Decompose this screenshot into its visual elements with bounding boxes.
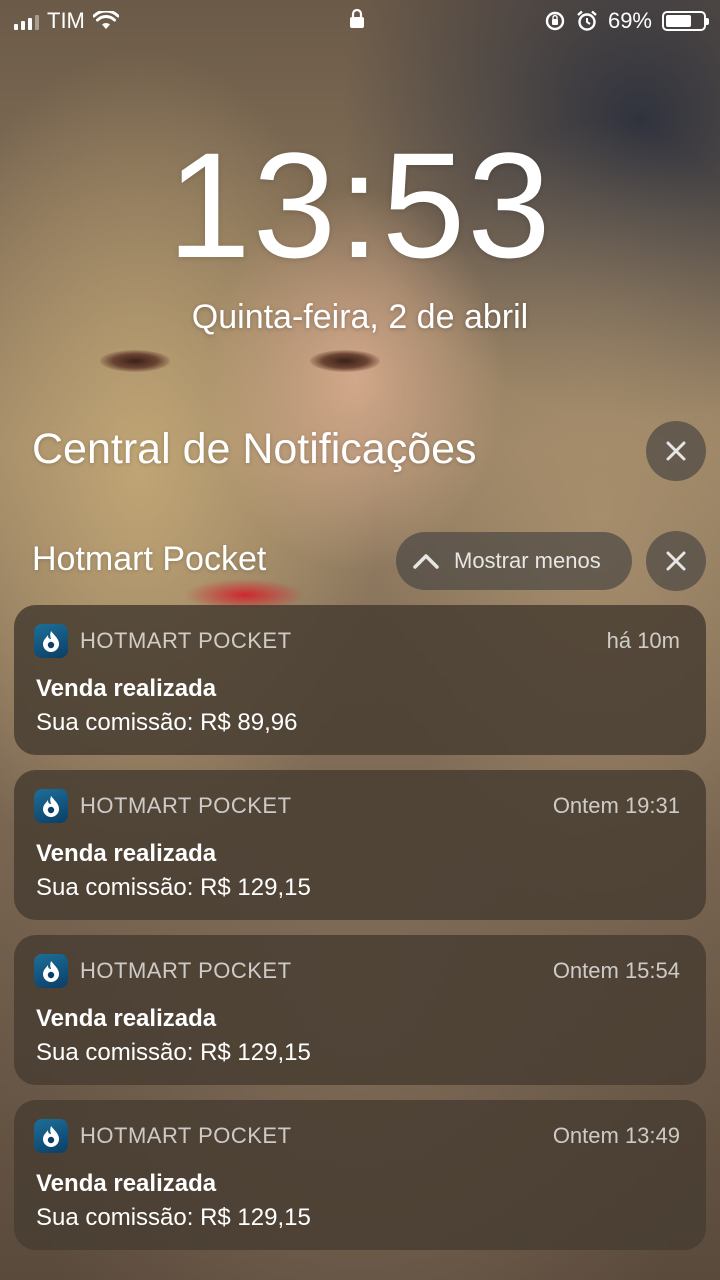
notification-card[interactable]: HOTMART POCKET Ontem 19:31 Venda realiza… xyxy=(14,770,706,920)
notification-header: HOTMART POCKET Ontem 19:31 xyxy=(34,788,680,824)
notification-app-name: HOTMART POCKET xyxy=(80,628,292,653)
lock-screen-clock: 13:53 xyxy=(167,121,553,289)
status-bar: TIM 69% xyxy=(0,0,720,42)
hotmart-flame-icon xyxy=(34,954,68,988)
notification-title: Venda realizada xyxy=(36,1005,217,1032)
show-less-button[interactable]: Mostrar menos xyxy=(396,532,632,590)
notification-header: HOTMART POCKET há 10m xyxy=(34,623,680,659)
clear-group-button[interactable] xyxy=(646,531,706,591)
notification-body: Sua comissão: R$ 89,96 xyxy=(36,709,298,736)
status-left: TIM xyxy=(14,8,119,34)
notification-card[interactable]: HOTMART POCKET Ontem 13:49 Venda realiza… xyxy=(14,1100,706,1250)
alarm-icon xyxy=(577,10,597,31)
notification-title: Venda realizada xyxy=(36,840,217,867)
notification-header: HOTMART POCKET Ontem 13:49 xyxy=(34,1118,680,1154)
notification-group-title: Hotmart Pocket xyxy=(32,540,267,578)
notification-body: Sua comissão: R$ 129,15 xyxy=(36,874,311,901)
notification-time: há 10m xyxy=(606,628,680,653)
notification-app-name: HOTMART POCKET xyxy=(80,793,292,818)
wallpaper-eye-right xyxy=(310,350,380,372)
signal-strength-icon xyxy=(14,12,39,30)
notification-title: Venda realizada xyxy=(36,675,217,702)
notification-time: Ontem 19:31 xyxy=(552,793,680,818)
carrier-name: TIM xyxy=(47,8,85,33)
notification-body: Sua comissão: R$ 129,15 xyxy=(36,1039,311,1066)
wallpaper-eye-left xyxy=(100,350,170,372)
notification-app-name: HOTMART POCKET xyxy=(80,958,292,983)
lock-icon xyxy=(349,8,365,35)
hotmart-flame-icon xyxy=(34,1119,68,1153)
notification-body: Sua comissão: R$ 129,15 xyxy=(36,1204,311,1231)
lock-screen-date: Quinta-feira, 2 de abril xyxy=(191,298,529,336)
chevron-up-icon xyxy=(413,554,439,569)
notification-card[interactable]: HOTMART POCKET há 10m Venda realizada Su… xyxy=(14,605,706,755)
battery-percent: 69% xyxy=(607,8,652,33)
notification-header: HOTMART POCKET Ontem 15:54 xyxy=(34,953,680,989)
show-less-label: Mostrar menos xyxy=(454,548,601,573)
close-icon xyxy=(666,551,686,571)
hotmart-flame-icon xyxy=(34,624,68,658)
clear-all-button[interactable] xyxy=(646,421,706,481)
notification-title: Venda realizada xyxy=(36,1170,217,1197)
notification-card[interactable]: HOTMART POCKET Ontem 15:54 Venda realiza… xyxy=(14,935,706,1085)
close-icon xyxy=(666,441,686,461)
notification-time: Ontem 15:54 xyxy=(552,958,680,983)
orientation-lock-icon xyxy=(545,11,565,31)
notification-app-name: HOTMART POCKET xyxy=(80,1123,292,1148)
notification-time: Ontem 13:49 xyxy=(552,1123,680,1148)
status-right: 69% xyxy=(544,8,709,34)
wifi-icon xyxy=(92,11,119,29)
notification-center-title: Central de Notificações xyxy=(32,425,477,473)
battery-icon xyxy=(662,11,709,31)
hotmart-flame-icon xyxy=(34,789,68,823)
